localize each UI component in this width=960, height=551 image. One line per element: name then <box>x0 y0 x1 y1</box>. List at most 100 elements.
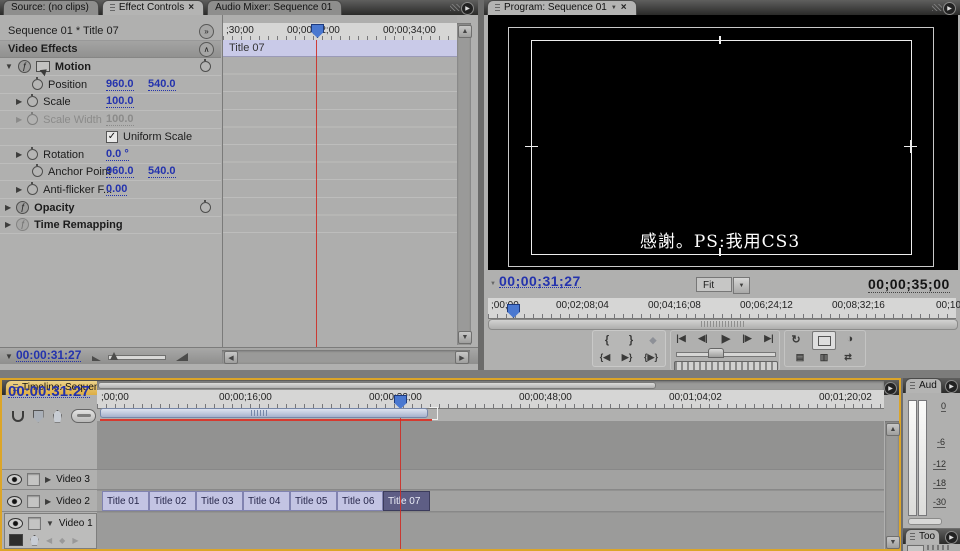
clip-title-04[interactable]: Title 04 <box>243 491 290 511</box>
disclosure-closed-icon[interactable]: ▶ <box>45 497 51 506</box>
program-current-timecode[interactable]: 00;00;31;27 <box>499 276 581 288</box>
scroll-down-button[interactable]: ▼ <box>886 536 900 549</box>
set-display-style-icon[interactable] <box>9 534 23 546</box>
program-viewport[interactable]: 感謝。PS:我用CS3 <box>488 15 958 270</box>
show-hide-timeline-view-button[interactable]: » <box>199 24 214 39</box>
program-work-area-bar[interactable] <box>488 319 958 330</box>
timecode-disclosure-icon[interactable]: ▼ <box>490 280 496 288</box>
effect-row-time-remapping[interactable]: ▶ ƒ Time Remapping <box>0 216 221 234</box>
disclosure-closed-icon[interactable]: ▶ <box>5 204 11 212</box>
meters-hscroll-pill[interactable] <box>908 518 942 525</box>
output-button[interactable]: ◑ <box>842 333 858 345</box>
tab-tools[interactable]: Too <box>905 529 940 544</box>
toggle-animation-stopwatch-icon[interactable] <box>27 96 38 107</box>
shuttle-slider[interactable] <box>676 352 776 357</box>
scroll-right-button[interactable]: ▶ <box>455 351 469 364</box>
toggle-animation-stopwatch-icon[interactable] <box>27 149 38 160</box>
unnumbered-marker-icon[interactable] <box>53 410 63 423</box>
ec-mini-ruler[interactable]: ;30;00 00;00;32;00 00;00;34;00 <box>223 23 457 41</box>
tab-audio-mixer[interactable]: Audio Mixer: Sequence 01 <box>207 0 342 15</box>
ec-vscrollbar[interactable] <box>457 23 471 345</box>
track-lock-box[interactable] <box>28 517 41 530</box>
program-out-timecode[interactable]: 00;00;35;00 <box>868 276 950 293</box>
jump-to-out-icon[interactable]: ▶| <box>760 333 778 344</box>
disclosure-closed-icon[interactable]: ▶ <box>45 475 51 484</box>
set-marker-button[interactable]: ◆ <box>646 335 660 346</box>
clip-title-07[interactable]: Title 07 <box>383 491 430 511</box>
go-to-out-button[interactable]: ▶} <box>618 352 636 363</box>
track-lock-box[interactable] <box>27 473 40 486</box>
clip-title-05[interactable]: Title 05 <box>290 491 337 511</box>
clip-title-06[interactable]: Title 06 <box>337 491 383 511</box>
panel-drag-grip[interactable] <box>932 4 942 11</box>
play-button[interactable]: ▶ <box>718 332 734 345</box>
toggle-track-output-eye-icon[interactable] <box>7 474 22 485</box>
fit-select-dropdown-button[interactable]: ▼ <box>733 277 750 294</box>
track-lane-video2[interactable]: Title 01 Title 02 Title 03 Title 04 Titl… <box>97 491 884 512</box>
collapse-section-button[interactable]: ∧ <box>199 42 214 57</box>
zoom-slider-thumb[interactable] <box>110 352 118 360</box>
work-area-grip[interactable] <box>701 321 745 327</box>
reset-icon[interactable] <box>200 202 211 213</box>
clip-title-01[interactable]: Title 01 <box>102 491 149 511</box>
panel-menu-button[interactable]: ▶ <box>461 2 474 15</box>
panel-menu-button[interactable]: ▶ <box>945 380 958 393</box>
close-icon[interactable]: × <box>188 3 194 13</box>
toggle-animation-stopwatch-icon[interactable] <box>27 184 38 195</box>
disclosure-closed-icon[interactable]: ▶ <box>16 116 22 124</box>
track-lock-box[interactable] <box>27 495 40 508</box>
clip-title-02[interactable]: Title 02 <box>149 491 196 511</box>
scroll-up-button[interactable]: ▲ <box>886 423 900 436</box>
position-x-value[interactable]: 960.0 <box>106 79 134 91</box>
timeline-ruler[interactable]: ;00;00 00;00;16;00 00;00;32;00 00;00;48;… <box>97 390 884 409</box>
encore-chapter-marker-icon[interactable] <box>33 410 44 423</box>
track-lane-video3[interactable] <box>97 469 884 490</box>
disclosure-closed-icon[interactable]: ▶ <box>16 151 22 159</box>
scroll-left-button[interactable]: ◀ <box>224 351 238 364</box>
rotation-value[interactable]: 0.0 ° <box>106 149 129 161</box>
shuttle-thumb[interactable] <box>708 348 724 358</box>
tab-effect-controls[interactable]: Effect Controls × <box>102 0 204 15</box>
timeline-zoom-scrollbar[interactable] <box>97 381 884 390</box>
scroll-down-button[interactable]: ▼ <box>458 331 472 344</box>
timeline-option-toggle[interactable] <box>71 409 96 423</box>
anchor-y-value[interactable]: 540.0 <box>148 166 176 178</box>
anti-flicker-value[interactable]: 0.00 <box>106 184 127 196</box>
play-in-to-out-button[interactable]: {▶} <box>640 352 662 363</box>
close-icon[interactable]: × <box>621 3 627 13</box>
clip-title-03[interactable]: Title 03 <box>196 491 243 511</box>
ec-clip-bar[interactable]: Title 07 <box>223 40 457 57</box>
panel-menu-button[interactable]: ▶ <box>943 2 956 15</box>
work-area-grip[interactable] <box>251 410 269 416</box>
selection-tool-button[interactable] <box>907 545 924 551</box>
panel-divider-horizontal[interactable] <box>0 370 960 378</box>
export-frame-button[interactable]: ⇄ <box>840 352 856 363</box>
zoom-out-icon[interactable] <box>92 356 101 361</box>
zoom-scroll-handle[interactable] <box>98 382 656 389</box>
fit-select[interactable]: Fit <box>696 277 732 292</box>
disclosure-closed-icon[interactable]: ▶ <box>16 98 22 106</box>
track-lane-video1[interactable] <box>97 513 884 549</box>
scale-value[interactable]: 100.0 <box>106 96 134 108</box>
set-out-point-button[interactable]: } <box>624 334 638 346</box>
crosshair-right-icon[interactable] <box>904 140 917 153</box>
step-back-button[interactable]: ◀| <box>694 333 712 344</box>
loop-button[interactable]: ↻ <box>788 333 804 346</box>
panel-divider-vertical[interactable] <box>478 0 484 377</box>
ec-hscrollbar[interactable] <box>222 350 470 363</box>
work-area-bar[interactable] <box>100 408 428 418</box>
timeline-vscrollbar[interactable] <box>885 421 899 549</box>
extract-button[interactable]: ▥ <box>816 352 832 363</box>
uniform-scale-checkbox[interactable]: ✓ <box>106 131 118 143</box>
disclosure-open-icon[interactable]: ▼ <box>5 63 13 71</box>
fx-badge-icon[interactable]: ƒ <box>16 201 29 214</box>
effect-row-motion[interactable]: ▼ ƒ Motion <box>0 58 221 76</box>
fx-badge-icon[interactable]: ƒ <box>18 60 31 73</box>
snap-icon[interactable] <box>12 411 24 422</box>
disclosure-closed-icon[interactable]: ▶ <box>5 221 11 229</box>
go-to-in-button[interactable]: {◀ <box>596 352 614 363</box>
toggle-animation-stopwatch-icon[interactable] <box>32 166 43 177</box>
crosshair-left-icon[interactable] <box>525 140 538 153</box>
set-in-point-button[interactable]: { <box>600 334 614 346</box>
jump-to-in-icon[interactable]: |◀ <box>672 333 690 344</box>
